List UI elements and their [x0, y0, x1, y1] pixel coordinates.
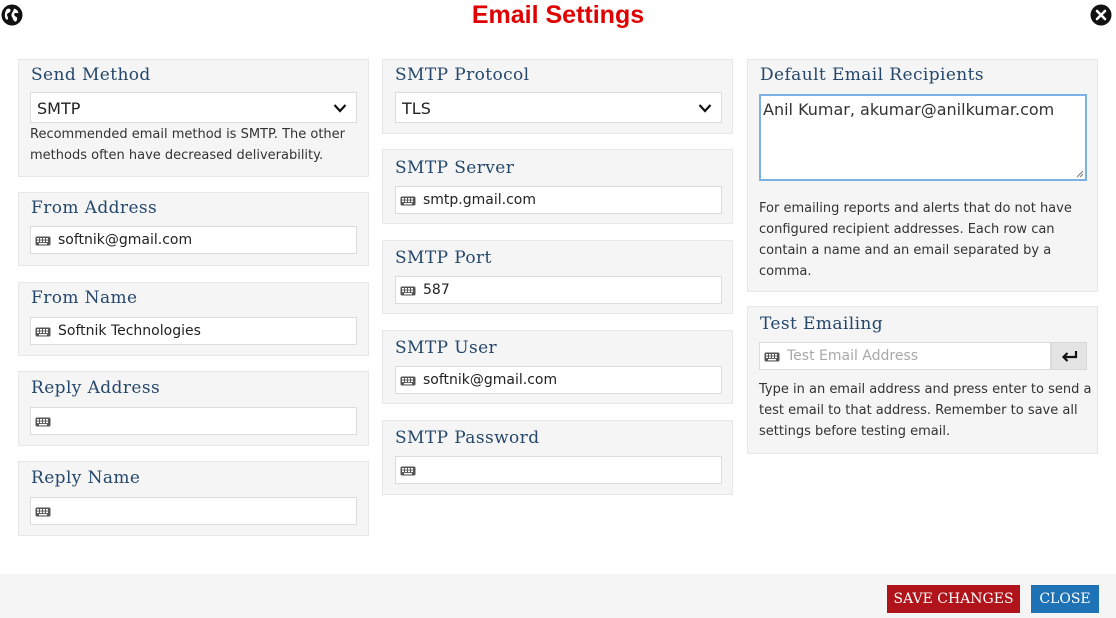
keyboard-icon	[35, 417, 51, 427]
test-emailing-helper: Type in an email address and press enter…	[759, 382, 1092, 439]
save-changes-button[interactable]: Save Changes	[887, 585, 1020, 613]
smtp-server-panel: SMTP Server smtp.gmail.com	[382, 149, 733, 224]
reply-name-panel: Reply Name	[18, 461, 369, 536]
send-method-title: Send Method	[31, 65, 151, 85]
smtp-server-value: smtp.gmail.com	[423, 192, 536, 208]
dialog-title: Email Settings	[471, 1, 645, 29]
smtp-password-title: SMTP Password	[395, 428, 540, 448]
smtp-port-title: SMTP Port	[395, 248, 492, 268]
from-name-panel: From Name Softnik Technologies	[18, 282, 369, 356]
smtp-server-input[interactable]: smtp.gmail.com	[395, 186, 722, 214]
smtp-port-panel: SMTP Port 587	[382, 240, 733, 314]
resize-handle-icon[interactable]	[1076, 170, 1084, 178]
default-recipients-title: Default Email Recipients	[760, 65, 984, 85]
keyboard-icon	[400, 466, 416, 476]
dialog-content: Send Method SMTP Recommended email metho…	[0, 34, 1116, 574]
keyboard-icon	[35, 236, 51, 246]
keyboard-icon	[35, 507, 51, 517]
smtp-protocol-select[interactable]: TLS	[395, 92, 722, 123]
from-address-input[interactable]: softnik@gmail.com	[30, 226, 357, 254]
from-name-value: Softnik Technologies	[58, 323, 201, 339]
smtp-user-value: softnik@gmail.com	[423, 372, 558, 388]
reply-address-title: Reply Address	[31, 378, 161, 398]
smtp-port-input[interactable]: 587	[395, 276, 722, 304]
keyboard-icon	[35, 327, 51, 337]
reply-name-title: Reply Name	[31, 468, 141, 488]
chevron-down-icon	[698, 104, 712, 113]
from-name-title: From Name	[31, 288, 138, 308]
send-test-email-button[interactable]	[1051, 342, 1087, 370]
smtp-user-panel: SMTP User softnik@gmail.com	[382, 330, 733, 404]
test-emailing-title: Test Emailing	[760, 314, 884, 334]
from-address-panel: From Address softnik@gmail.com	[18, 192, 369, 266]
smtp-protocol-value: TLS	[402, 99, 431, 118]
smtp-server-title: SMTP Server	[395, 158, 515, 178]
default-recipients-panel: Default Email Recipients Anil Kumar, aku…	[747, 59, 1098, 292]
smtp-user-input[interactable]: softnik@gmail.com	[395, 366, 722, 394]
test-email-input[interactable]: Test Email Address	[759, 342, 1051, 370]
from-name-input[interactable]: Softnik Technologies	[30, 317, 357, 345]
keyboard-icon	[400, 196, 416, 206]
dialog-titlebar: Email Settings	[0, 0, 1116, 34]
dialog-footer: Save Changes Close	[0, 574, 1116, 618]
chevron-down-icon	[333, 104, 347, 113]
default-recipients-value: Anil Kumar, akumar@anilkumar.com	[763, 100, 1055, 119]
reply-name-input[interactable]	[30, 497, 357, 525]
from-address-value: softnik@gmail.com	[58, 232, 193, 248]
reply-address-panel: Reply Address	[18, 371, 369, 446]
default-recipients-helper: For emailing reports and alerts that do …	[759, 201, 1072, 279]
send-method-panel: Send Method SMTP Recommended email metho…	[18, 59, 369, 177]
close-button[interactable]: Close	[1031, 585, 1099, 613]
smtp-port-value: 587	[423, 282, 450, 298]
close-circle-icon[interactable]	[1090, 4, 1112, 26]
reply-address-input[interactable]	[30, 407, 357, 435]
send-method-helper: Recommended email method is SMTP. The ot…	[30, 127, 346, 163]
keyboard-icon	[764, 352, 780, 362]
from-address-title: From Address	[31, 198, 158, 218]
smtp-protocol-panel: SMTP Protocol TLS	[382, 59, 733, 134]
send-method-select[interactable]: SMTP	[30, 92, 357, 123]
test-email-placeholder: Test Email Address	[787, 348, 919, 364]
smtp-protocol-title: SMTP Protocol	[395, 65, 530, 85]
enter-return-icon	[1061, 351, 1078, 362]
smtp-password-panel: SMTP Password	[382, 420, 733, 495]
smtp-user-title: SMTP User	[395, 338, 498, 358]
smtp-password-input[interactable]	[395, 456, 722, 484]
default-recipients-textarea[interactable]: Anil Kumar, akumar@anilkumar.com	[759, 94, 1087, 181]
test-emailing-panel: Test Emailing Test Email Address Type in…	[747, 306, 1098, 454]
keyboard-icon	[400, 376, 416, 386]
send-method-value: SMTP	[37, 99, 81, 118]
keyboard-icon	[400, 286, 416, 296]
email-settings-dialog: Email Settings Send Method SMTP Recommen…	[0, 0, 1116, 618]
